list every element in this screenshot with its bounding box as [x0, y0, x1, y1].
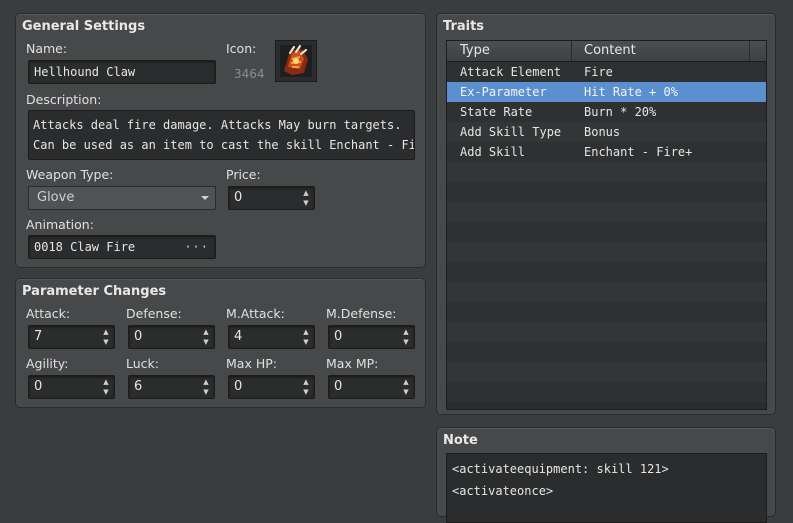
icon-index: 3464: [234, 67, 265, 81]
animation-value: 0018 Claw Fire: [34, 240, 136, 254]
m-attack-stepper[interactable]: 4 ▲ ▼: [228, 325, 315, 349]
note-line: <activateonce>: [452, 484, 554, 498]
column-header-type[interactable]: Type: [460, 42, 490, 60]
note-title: Note: [443, 433, 478, 448]
trait-row-empty[interactable]: [447, 282, 766, 302]
animation-field[interactable]: 0018 Claw Fire ···: [28, 235, 216, 259]
animation-label: Animation:: [26, 217, 94, 232]
agility-stepper[interactable]: 0 ▲ ▼: [28, 375, 115, 399]
trait-content-cell: Burn * 20%: [584, 105, 657, 119]
general-settings-panel: General Settings Name: Hellhound Claw Ic…: [15, 13, 426, 268]
description-line-2: Can be used as an item to cast the skill…: [33, 138, 415, 152]
defense-stepper[interactable]: 0 ▲ ▼: [128, 325, 215, 349]
stepper-arrows-icon[interactable]: ▲ ▼: [302, 378, 310, 396]
trait-row-empty[interactable]: [447, 382, 766, 402]
price-value: 0: [234, 190, 243, 205]
m-defense-label: M.Defense:: [326, 306, 397, 321]
trait-row-empty[interactable]: [447, 242, 766, 262]
price-label: Price:: [226, 167, 261, 182]
weapon-type-select[interactable]: Glove: [28, 186, 216, 210]
max-hp-value: 0: [234, 379, 243, 394]
general-settings-title: General Settings: [22, 19, 146, 34]
icon-picker[interactable]: [275, 40, 317, 82]
weapon-type-value: Glove: [37, 190, 75, 205]
note-field[interactable]: <activateequipment: skill 121> <activate…: [446, 453, 767, 523]
luck-label: Luck:: [126, 356, 159, 371]
trait-type-cell: State Rate: [460, 105, 533, 119]
m-defense-value: 0: [334, 329, 343, 344]
name-label: Name:: [26, 41, 68, 56]
max-hp-label: Max HP:: [226, 356, 277, 371]
m-attack-value: 4: [234, 329, 243, 344]
defense-value: 0: [134, 329, 143, 344]
trait-row[interactable]: Add Skill Enchant - Fire+: [447, 142, 766, 162]
m-defense-stepper[interactable]: 0 ▲ ▼: [328, 325, 415, 349]
traits-table[interactable]: Type Content Attack Element Fire Ex-Parame…: [446, 40, 767, 410]
stepper-arrows-icon[interactable]: ▲ ▼: [202, 328, 210, 346]
column-divider: [749, 41, 750, 61]
stepper-arrows-icon[interactable]: ▲ ▼: [302, 328, 310, 346]
luck-stepper[interactable]: 6 ▲ ▼: [128, 375, 215, 399]
trait-type-cell: Add Skill Type: [460, 125, 562, 139]
trait-type-cell: Attack Element: [460, 65, 562, 79]
trait-row-empty[interactable]: [447, 222, 766, 242]
traits-panel: Traits Type Content Attack Element Fire Ex…: [436, 13, 776, 415]
trait-row[interactable]: Add Skill Type Bonus: [447, 122, 766, 142]
icon-label: Icon:: [226, 41, 257, 56]
trait-content-cell: Fire: [584, 65, 613, 79]
trait-row-empty[interactable]: [447, 322, 766, 342]
weapon-type-label: Weapon Type:: [26, 167, 114, 182]
price-stepper[interactable]: 0 ▲ ▼: [228, 186, 315, 210]
column-divider: [571, 41, 572, 61]
m-attack-label: M.Attack:: [226, 306, 285, 321]
description-line-1: Attacks deal fire damage. Attacks May bu…: [33, 118, 402, 132]
claw-icon: [280, 44, 312, 77]
attack-stepper[interactable]: 7 ▲ ▼: [28, 325, 115, 349]
stepper-arrows-icon[interactable]: ▲ ▼: [302, 189, 310, 207]
max-mp-value: 0: [334, 379, 343, 394]
stepper-arrows-icon[interactable]: ▲ ▼: [202, 378, 210, 396]
luck-value: 6: [134, 379, 143, 394]
agility-value: 0: [34, 379, 43, 394]
attack-label: Attack:: [26, 306, 71, 321]
trait-type-cell: Ex-Parameter: [460, 85, 547, 99]
trait-row[interactable]: State Rate Burn * 20%: [447, 102, 766, 122]
traits-title: Traits: [443, 19, 485, 34]
column-header-content[interactable]: Content: [584, 42, 636, 60]
note-line: <activateequipment: skill 121>: [452, 462, 669, 476]
name-field[interactable]: Hellhound Claw: [28, 60, 216, 84]
trait-row-empty[interactable]: [447, 262, 766, 282]
parameter-changes-panel: Parameter Changes Attack: 7 ▲ ▼ Defense: …: [15, 278, 426, 408]
parameter-changes-title: Parameter Changes: [22, 284, 167, 299]
trait-row[interactable]: Attack Element Fire: [447, 62, 766, 82]
agility-label: Agility:: [26, 356, 69, 371]
animation-browse-button[interactable]: ···: [184, 236, 209, 258]
trait-row-empty[interactable]: [447, 302, 766, 322]
trait-row-empty[interactable]: [447, 342, 766, 362]
chevron-down-icon: [201, 196, 209, 200]
trait-content-cell: Bonus: [584, 125, 621, 139]
trait-content-cell: Hit Rate + 0%: [584, 85, 678, 99]
trait-row-empty[interactable]: [447, 182, 766, 202]
max-mp-label: Max MP:: [326, 356, 379, 371]
description-field[interactable]: Attacks deal fire damage. Attacks May bu…: [28, 110, 415, 160]
trait-row-empty[interactable]: [447, 202, 766, 222]
trait-row-empty[interactable]: [447, 162, 766, 182]
note-panel: Note <activateequipment: skill 121> <act…: [436, 427, 776, 523]
trait-row[interactable]: Ex-Parameter Hit Rate + 0%: [447, 82, 766, 102]
description-label: Description:: [26, 92, 102, 107]
trait-content-cell: Enchant - Fire+: [584, 145, 693, 159]
trait-type-cell: Add Skill: [460, 145, 526, 159]
stepper-arrows-icon[interactable]: ▲ ▼: [402, 328, 410, 346]
stepper-arrows-icon[interactable]: ▲ ▼: [102, 378, 110, 396]
defense-label: Defense:: [126, 306, 182, 321]
max-mp-stepper[interactable]: 0 ▲ ▼: [328, 375, 415, 399]
trait-row-empty[interactable]: [447, 362, 766, 382]
stepper-arrows-icon[interactable]: ▲ ▼: [102, 328, 110, 346]
max-hp-stepper[interactable]: 0 ▲ ▼: [228, 375, 315, 399]
traits-table-header: Type Content: [447, 41, 766, 62]
attack-value: 7: [34, 329, 43, 344]
stepper-arrows-icon[interactable]: ▲ ▼: [402, 378, 410, 396]
